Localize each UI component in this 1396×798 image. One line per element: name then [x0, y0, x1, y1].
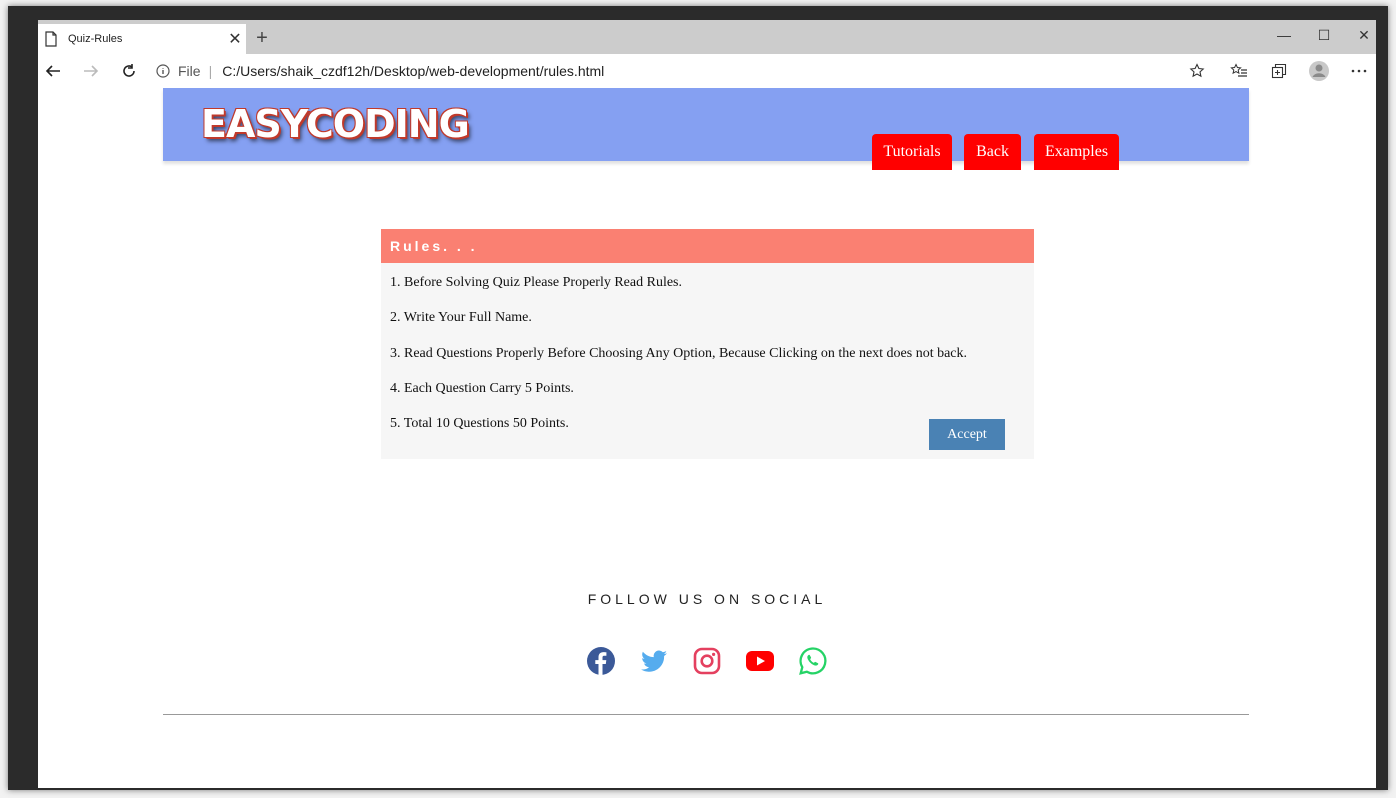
rules-panel: Rules. . . 1. Before Solving Quiz Please…: [381, 229, 1034, 459]
web-page: EASYCODING Tutorials Back Examples Rules…: [38, 88, 1376, 788]
instagram-icon[interactable]: [692, 646, 722, 676]
avatar-icon: [1309, 61, 1329, 81]
arrow-right-icon: [84, 65, 99, 77]
site-header: EASYCODING Tutorials Back Examples: [163, 88, 1249, 170]
site-logo[interactable]: EASYCODING: [201, 102, 470, 146]
accept-button[interactable]: Accept: [929, 419, 1005, 450]
close-window-button[interactable]: ✕: [1344, 22, 1376, 48]
arrow-left-icon: [45, 65, 60, 77]
profile-button[interactable]: [1306, 59, 1332, 83]
tab-strip: Quiz-Rules ✕ + — ☐ ✕: [38, 20, 1376, 54]
rule-item: 3. Read Questions Properly Before Choosi…: [390, 346, 968, 361]
info-icon: [156, 64, 170, 78]
rule-item: 4. Each Question Carry 5 Points.: [390, 381, 574, 396]
nav-examples-button[interactable]: Examples: [1034, 134, 1119, 170]
footer-divider: [163, 714, 1249, 715]
favorite-button[interactable]: [1184, 59, 1210, 83]
minimize-button[interactable]: —: [1264, 22, 1304, 48]
nav-back-button[interactable]: Back: [964, 134, 1021, 170]
screenshot-frame: Quiz-Rules ✕ + — ☐ ✕ File | C:/Users/sha…: [8, 6, 1388, 790]
rule-item: 1. Before Solving Quiz Please Properly R…: [390, 275, 683, 290]
address-separator: |: [208, 63, 213, 79]
tab-title: Quiz-Rules: [68, 33, 123, 45]
refresh-icon: [123, 64, 135, 77]
nav-tutorials-button[interactable]: Tutorials: [872, 134, 952, 170]
url-text[interactable]: C:/Users/shaik_czdf12h/Desktop/web-devel…: [222, 63, 604, 79]
tab-close-icon[interactable]: ✕: [224, 29, 246, 49]
address-bar-row: File | C:/Users/shaik_czdf12h/Desktop/we…: [38, 54, 1376, 89]
forward-button[interactable]: [78, 59, 104, 83]
favorites-list-icon: [1230, 63, 1247, 77]
favorites-button[interactable]: [1226, 59, 1252, 83]
tab-quiz-rules[interactable]: Quiz-Rules ✕: [38, 24, 246, 54]
maximize-button[interactable]: ☐: [1304, 22, 1344, 48]
refresh-button[interactable]: [116, 59, 142, 83]
collections-icon: [1271, 63, 1287, 79]
twitter-icon[interactable]: [639, 646, 669, 676]
whatsapp-icon[interactable]: [798, 646, 828, 676]
new-tab-button[interactable]: +: [250, 24, 274, 52]
browser-window: Quiz-Rules ✕ + — ☐ ✕ File | C:/Users/sha…: [38, 20, 1376, 788]
rule-item: 5. Total 10 Questions 50 Points.: [390, 416, 569, 431]
address-bar[interactable]: File | C:/Users/shaik_czdf12h/Desktop/we…: [156, 57, 1216, 85]
collections-button[interactable]: [1266, 59, 1292, 83]
rule-item: 2. Write Your Full Name.: [390, 310, 532, 325]
youtube-icon[interactable]: [745, 646, 775, 676]
file-label: File: [178, 63, 201, 79]
rules-heading: Rules. . .: [381, 229, 1034, 263]
back-button[interactable]: [40, 59, 66, 83]
more-button[interactable]: [1346, 59, 1372, 83]
page-icon: [45, 31, 57, 47]
star-icon: [1189, 63, 1205, 78]
follow-us-heading: FOLLOW US ON SOCIAL: [587, 591, 827, 607]
facebook-icon[interactable]: [586, 646, 616, 676]
ellipsis-icon: [1351, 69, 1367, 73]
